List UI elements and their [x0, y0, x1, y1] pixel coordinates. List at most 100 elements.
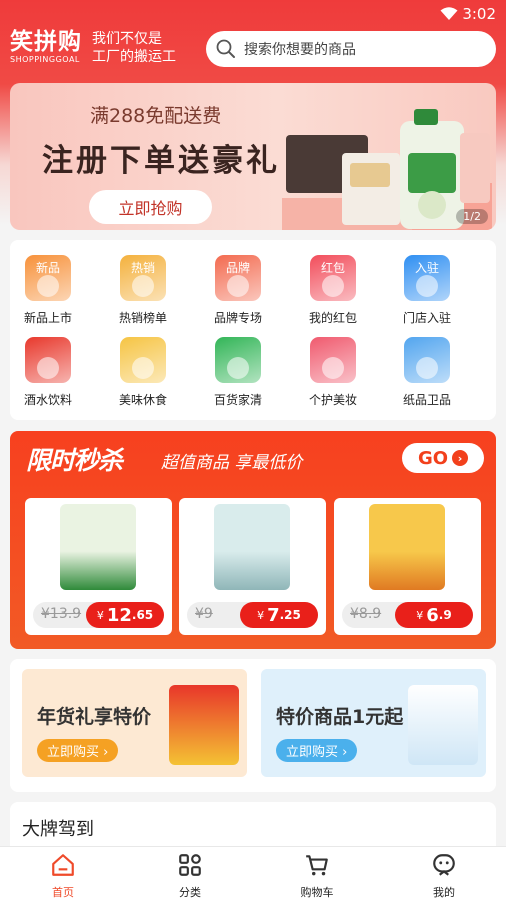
trophy-icon: 热销 [120, 255, 166, 301]
category-badge: 品牌 [225, 261, 250, 275]
promo-buy-button[interactable]: 立即购买 › [37, 739, 119, 762]
category-art [132, 357, 154, 379]
category-label: 我的红包 [308, 311, 357, 325]
category-item[interactable]: 入驻 门店入驻 [387, 255, 467, 326]
original-price: ¥9 [195, 606, 213, 622]
category-item[interactable]: 品牌 品牌专场 [198, 255, 278, 326]
flash-product-card[interactable]: ¥9 ¥7.25 [179, 498, 326, 635]
price-integer: 7 [267, 604, 280, 626]
category-art [416, 275, 438, 297]
new-icon: 新品 [25, 255, 71, 301]
slogan-line-1: 我们不仅是 [92, 31, 162, 47]
flash-sale-title: 限时秒杀 [26, 446, 123, 475]
tab-cart[interactable]: 购物车 [282, 852, 352, 900]
slogan-line-2: 工厂的搬运工 [92, 49, 176, 65]
status-bar: 3:02 [0, 0, 506, 28]
banner-headline: 注册下单送豪礼 [42, 143, 280, 179]
tissue-pack-icon [408, 685, 478, 765]
flash-sale-go-button[interactable]: GO › [402, 443, 484, 473]
category-item[interactable]: 热销 热销榜单 [103, 255, 183, 326]
search-bar[interactable]: 搜索你想要的商品 [206, 31, 496, 67]
flash-sale-section: 限时秒杀 超值商品 享最低价 GO › ¥13.9 ¥12.65 ¥9 ¥7.25 ¥8… [10, 431, 496, 649]
category-badge: 热销 [130, 261, 155, 275]
category-grid: 新品 新品上市 热销 热销榜单 品牌 品牌专场 红包 我的红包 入驻 门店入驻 酒水饮料 美味休食 百货… [10, 240, 496, 420]
promo-card[interactable]: 特价商品1元起 立即购买 › [261, 669, 486, 777]
category-badge: 入驻 [414, 261, 439, 275]
banner-pager: 1/2 [456, 209, 488, 224]
category-label: 热销榜单 [118, 311, 167, 325]
promo-buy-button[interactable]: 立即购买 › [276, 739, 358, 762]
brand-icon: 品牌 [215, 255, 261, 301]
tab-profile[interactable]: 我的 [409, 852, 479, 900]
flash-product-card[interactable]: ¥8.9 ¥6.9 [334, 498, 481, 635]
category-art [227, 357, 249, 379]
cart-icon [306, 855, 328, 876]
snack-icon [120, 337, 166, 383]
price-integer: 12 [106, 604, 132, 626]
currency-symbol: ¥ [96, 608, 104, 622]
category-label: 新品上市 [23, 311, 72, 325]
category-item[interactable]: 美味休食 [103, 337, 183, 408]
category-art [322, 275, 344, 297]
category-label: 纸品卫品 [402, 393, 451, 407]
bottom-tab-bar: 首页 分类 购物车 我的 [0, 846, 506, 900]
drink-icon [25, 337, 71, 383]
tab-label: 购物车 [300, 886, 334, 899]
category-item[interactable]: 百货家清 [198, 337, 278, 408]
category-label: 酒水饮料 [23, 393, 72, 407]
sale-price: ¥7.25 [240, 602, 318, 628]
category-label: 百货家清 [213, 393, 262, 407]
search-placeholder: 搜索你想要的商品 [244, 42, 356, 58]
tissue-icon [404, 337, 450, 383]
tab-label: 首页 [52, 886, 74, 899]
cosmetics-icon [310, 337, 356, 383]
category-badge: 新品 [35, 261, 60, 275]
detergent-icon [215, 337, 261, 383]
currency-symbol: ¥ [257, 608, 265, 622]
category-item[interactable]: 红包 我的红包 [293, 255, 373, 326]
store-icon: 入驻 [404, 255, 450, 301]
promo-title: 特价商品1元起 [276, 706, 404, 728]
price-decimal: .65 [131, 608, 154, 622]
banner-cta-button[interactable]: 立即抢购 [89, 190, 212, 224]
promo-card[interactable]: 年货礼享特价 立即购买 › [22, 669, 247, 777]
logo-text: 笑拼购 [10, 29, 82, 55]
original-price: ¥13.9 [41, 606, 82, 622]
category-item[interactable]: 新品 新品上市 [8, 255, 88, 326]
category-label: 个护美妆 [308, 393, 357, 407]
category-icon [179, 854, 201, 876]
dried-mango-icon [369, 504, 445, 590]
category-item[interactable]: 酒水饮料 [8, 337, 88, 408]
promo-banner[interactable]: 满288免配送费 注册下单送豪礼 立即抢购 1/2 [10, 83, 496, 230]
flash-sale-subtitle: 超值商品 享最低价 [161, 453, 303, 473]
status-time: 3:02 [462, 5, 496, 23]
category-label: 品牌专场 [213, 311, 262, 325]
category-art [416, 357, 438, 379]
detergent-bottle-icon [60, 504, 136, 590]
price-bar: ¥13.9 ¥12.65 [33, 602, 164, 628]
price-bar: ¥9 ¥7.25 [187, 602, 318, 628]
flash-product-card[interactable]: ¥13.9 ¥12.65 [25, 498, 172, 635]
cleaning-pad-icon [214, 504, 290, 590]
category-art [322, 357, 344, 379]
search-icon [216, 39, 235, 58]
app-logo: 笑拼购 SHOPPINGGOAL [10, 30, 82, 64]
slogan: 我们不仅是 工厂的搬运工 [92, 30, 176, 66]
home-icon [52, 854, 74, 876]
red-packet-icon: 红包 [310, 255, 356, 301]
tab-label: 分类 [179, 886, 201, 899]
currency-symbol: ¥ [416, 608, 424, 622]
category-item[interactable]: 纸品卫品 [387, 337, 467, 408]
category-label: 美味休食 [118, 393, 167, 407]
tab-home[interactable]: 首页 [28, 852, 98, 900]
snack-bag-icon [169, 685, 239, 765]
go-label: GO [417, 447, 449, 469]
original-price: ¥8.9 [350, 606, 382, 622]
tab-category[interactable]: 分类 [155, 852, 225, 900]
category-art [227, 275, 249, 297]
sale-price: ¥6.9 [395, 602, 473, 628]
promo-section: 年货礼享特价 立即购买 › 特价商品1元起 立即购买 › [10, 659, 496, 792]
tab-label: 我的 [433, 886, 455, 899]
price-decimal: .9 [438, 608, 452, 622]
category-item[interactable]: 个护美妆 [293, 337, 373, 408]
